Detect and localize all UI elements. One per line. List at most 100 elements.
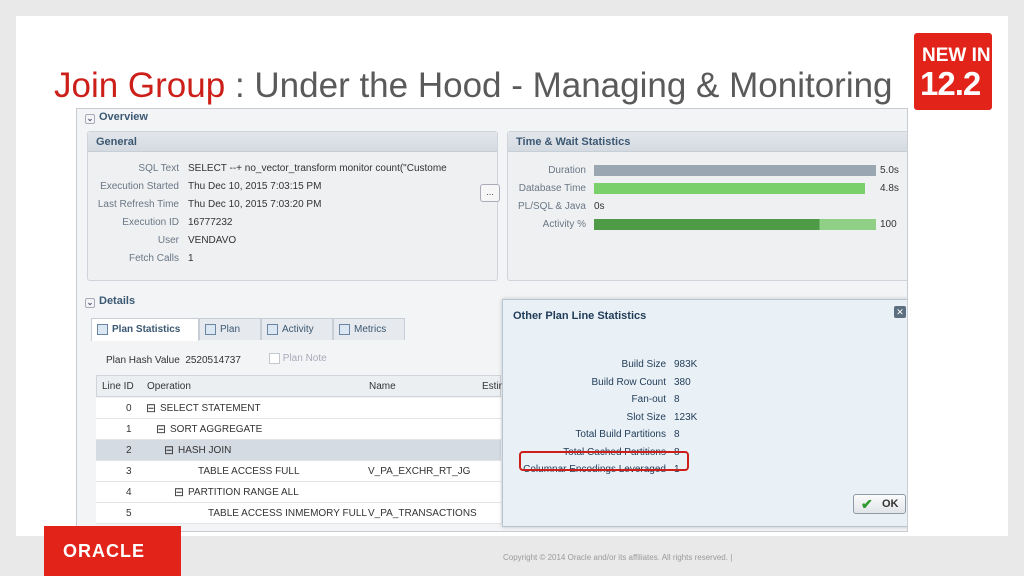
tab-label: Plan Statistics	[112, 324, 181, 335]
general-row: SQL Text SELECT --+ no_vector_transform m…	[88, 163, 499, 177]
collapse-node-icon[interactable]: ⊟	[174, 485, 184, 499]
oracle-logo: ORACLE	[44, 526, 181, 576]
ok-label: OK	[882, 498, 899, 510]
table-header: Line ID Operation Name Estin	[96, 375, 504, 397]
operation-cell: PARTITION RANGE ALL	[188, 487, 299, 498]
copyright: Copyright © 2014 Oracle and/or its affil…	[503, 553, 733, 562]
line-id-cell: 0	[126, 403, 132, 414]
stat-value: 8	[674, 429, 680, 440]
table-row[interactable]: 3 TABLE ACCESS FULL V_PA_EXCHR_RT_JG	[96, 461, 501, 482]
general-row-value: 16777232	[188, 217, 233, 228]
other-plan-line-statistics-dialog: Other Plan Line Statistics ✕ Build Size 9…	[502, 299, 907, 527]
time-wait-label: Database Time	[518, 183, 586, 194]
plan-note-checkbox[interactable]: Plan Note	[269, 353, 327, 364]
table-row[interactable]: ⊟ 1 SORT AGGREGATE	[96, 419, 501, 440]
page-title: Join Group : Under the Hood - Managing &…	[54, 66, 893, 106]
col-estimate[interactable]: Estin	[482, 381, 504, 392]
tab-plan-statistics[interactable]: Plan Statistics	[91, 318, 199, 341]
tab-plan[interactable]: Plan	[199, 318, 261, 340]
time-wait-bar	[594, 219, 876, 230]
operation-cell: SORT AGGREGATE	[170, 424, 263, 435]
badge-line2: 12.2	[920, 65, 981, 102]
time-wait-panel-title: Time & Wait Statistics	[508, 132, 907, 152]
time-wait-label: Activity %	[542, 219, 586, 230]
close-icon[interactable]: ✕	[894, 306, 906, 318]
tab-activity[interactable]: Activity	[261, 318, 333, 340]
ok-button[interactable]: ✔ OK	[853, 494, 906, 514]
line-id-cell: 5	[126, 508, 132, 519]
time-wait-bar-fill	[594, 165, 876, 176]
stat-label: Build Size	[621, 359, 666, 370]
col-name[interactable]: Name	[369, 381, 396, 392]
table-row[interactable]: ⊟ 4 PARTITION RANGE ALL	[96, 482, 501, 503]
checkbox-icon[interactable]	[269, 353, 280, 364]
line-id-cell: 1	[126, 424, 132, 435]
col-operation[interactable]: Operation	[147, 381, 191, 392]
general-row-label: Execution ID	[122, 217, 179, 228]
general-row-label: Execution Started	[100, 181, 179, 192]
time-wait-value: 4.8s	[880, 183, 899, 194]
operation-cell: SELECT STATEMENT	[160, 403, 261, 414]
tab-label: Activity	[282, 324, 314, 335]
stat-value: 380	[674, 376, 691, 388]
collapse-icon[interactable]: ⌄	[85, 114, 95, 124]
time-wait-bar	[594, 183, 876, 194]
overview-section-header[interactable]: ⌄ Overview	[77, 111, 907, 129]
badge-line1: NEW IN	[922, 45, 991, 66]
time-wait-label: PL/SQL & Java	[518, 201, 586, 212]
stat-value: 983K	[674, 359, 698, 370]
operation-cell: HASH JOIN	[178, 445, 232, 456]
stat-value: 123K	[674, 411, 698, 423]
time-wait-value: 0s	[594, 201, 605, 212]
collapse-node-icon[interactable]: ⊟	[146, 401, 156, 415]
table-icon	[97, 324, 108, 335]
stat-value: 8	[674, 394, 680, 405]
time-wait-value: 5.0s	[880, 165, 899, 176]
tab-label: Metrics	[354, 324, 387, 335]
time-wait-bar-fill	[594, 183, 865, 194]
tab-metrics[interactable]: Metrics	[333, 318, 405, 340]
dialog-title: Other Plan Line Statistics	[513, 310, 647, 322]
time-wait-row: Duration 5.0s	[508, 164, 907, 178]
time-wait-row: Activity % 100	[508, 218, 907, 232]
highlight-box	[519, 451, 689, 471]
time-wait-bar-fill	[594, 219, 876, 230]
new-in-badge: NEW IN 12.2	[914, 33, 992, 110]
title-accent: Join Group	[54, 66, 226, 105]
collapse-node-icon[interactable]: ⊟	[164, 443, 174, 457]
general-row-label: SQL Text	[138, 163, 179, 174]
operation-cell: TABLE ACCESS FULL	[198, 466, 300, 477]
general-row-value: SELECT --+ no_vector_transform monitor c…	[188, 163, 447, 174]
general-row: Execution Started Thu Dec 10, 2015 7:03:1…	[88, 181, 499, 195]
general-panel-title: General	[88, 132, 497, 152]
general-panel: General SQL Text SELECT --+ no_vector_tra…	[87, 131, 500, 281]
general-row: Last Refresh Time Thu Dec 10, 2015 7:03:2…	[88, 199, 499, 213]
general-row-value: 1	[188, 253, 194, 264]
time-wait-panel: Time & Wait Statistics Duration 5.0s Datab…	[507, 131, 907, 281]
line-id-cell: 3	[126, 466, 132, 477]
collapse-icon[interactable]: ⌄	[85, 298, 95, 308]
general-row-label: Last Refresh Time	[97, 199, 179, 210]
table-row[interactable]: 5 TABLE ACCESS INMEMORY FULL V_PA_TRANSACT…	[96, 503, 501, 524]
plan-hash-label: Plan Hash Value	[106, 355, 180, 366]
overview-label: Overview	[99, 111, 148, 123]
line-id-cell: 4	[126, 487, 132, 498]
table-row[interactable]: ⊟ 2 HASH JOIN	[96, 440, 501, 461]
tab-label: Plan	[220, 324, 241, 335]
line-id-cell: 2	[126, 445, 132, 456]
stat-row: Build Row Count 380	[503, 376, 907, 391]
col-line-id[interactable]: Line ID	[102, 381, 134, 392]
general-row: User VENDAVO	[88, 235, 499, 249]
plan-hash: Plan Hash Value 2520514737	[106, 355, 241, 366]
general-row-value: VENDAVO	[188, 235, 237, 246]
time-wait-label: Duration	[548, 165, 586, 176]
general-row-value: Thu Dec 10, 2015 7:03:20 PM	[188, 199, 322, 210]
logo-text: ORACLE	[63, 541, 145, 561]
stat-row: Total Build Partitions 8	[503, 429, 907, 443]
checkmark-icon: ✔	[861, 496, 873, 512]
time-wait-row: PL/SQL & Java 0s	[508, 200, 907, 214]
time-wait-bar	[594, 201, 876, 212]
table-row[interactable]: ⊟ 0 SELECT STATEMENT	[96, 398, 501, 419]
chart-icon	[267, 324, 278, 335]
collapse-node-icon[interactable]: ⊟	[156, 422, 166, 436]
